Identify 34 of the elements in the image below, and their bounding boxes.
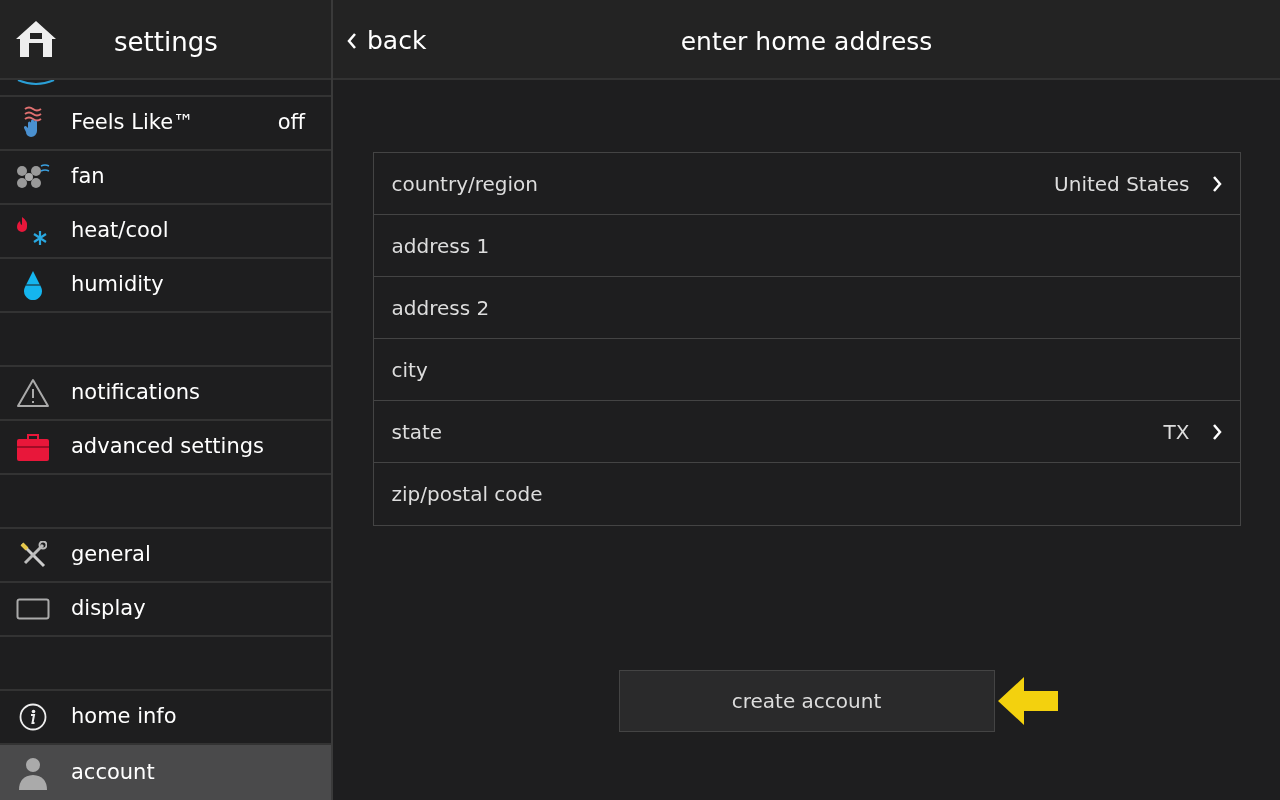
chevron-right-icon bbox=[1211, 422, 1222, 441]
select-row[interactable]: state TX bbox=[373, 401, 1240, 463]
sidebar-item[interactable]: notifications bbox=[0, 367, 331, 421]
sidebar-item[interactable]: advanced settings bbox=[0, 421, 331, 475]
chevron-right-icon bbox=[1211, 174, 1222, 193]
setting-value: off bbox=[277, 109, 305, 137]
home-icon[interactable] bbox=[16, 19, 56, 59]
partial-icon bbox=[16, 80, 56, 86]
input-field[interactable]: city bbox=[391, 354, 1222, 385]
sidebar-title: settings bbox=[114, 25, 218, 59]
sidebar-item[interactable]: Feels Like™ off bbox=[0, 97, 331, 151]
page-title: enter home address bbox=[680, 26, 933, 59]
sidebar-item[interactable]: fan bbox=[0, 151, 331, 205]
water-drop-icon bbox=[21, 270, 44, 300]
create-account-button[interactable]: create account bbox=[618, 670, 995, 732]
heat-hand-icon bbox=[21, 106, 44, 140]
select-row[interactable]: country/region United States bbox=[373, 153, 1240, 215]
person-icon bbox=[17, 755, 48, 790]
sidebar-item[interactable]: display bbox=[0, 583, 331, 637]
sidebar-item[interactable]: heat/cool bbox=[0, 205, 331, 259]
back-button[interactable]: back bbox=[347, 22, 427, 60]
toolbox-icon bbox=[16, 433, 49, 461]
sidebar-item[interactable]: humidity bbox=[0, 259, 331, 313]
screen-icon bbox=[15, 598, 50, 620]
sidebar-item[interactable]: account bbox=[0, 745, 331, 800]
input-field[interactable]: address 1 bbox=[391, 230, 1222, 261]
input-field[interactable]: zip/postal code bbox=[391, 479, 1222, 509]
sidebar-item[interactable]: general bbox=[0, 529, 331, 583]
arrow-left-icon bbox=[998, 677, 1058, 725]
input-field[interactable]: address 2 bbox=[391, 292, 1222, 323]
wrench-screwdriver-icon bbox=[18, 541, 47, 569]
chevron-left-icon bbox=[347, 32, 357, 50]
warning-icon bbox=[15, 378, 50, 408]
info-icon bbox=[18, 703, 47, 731]
